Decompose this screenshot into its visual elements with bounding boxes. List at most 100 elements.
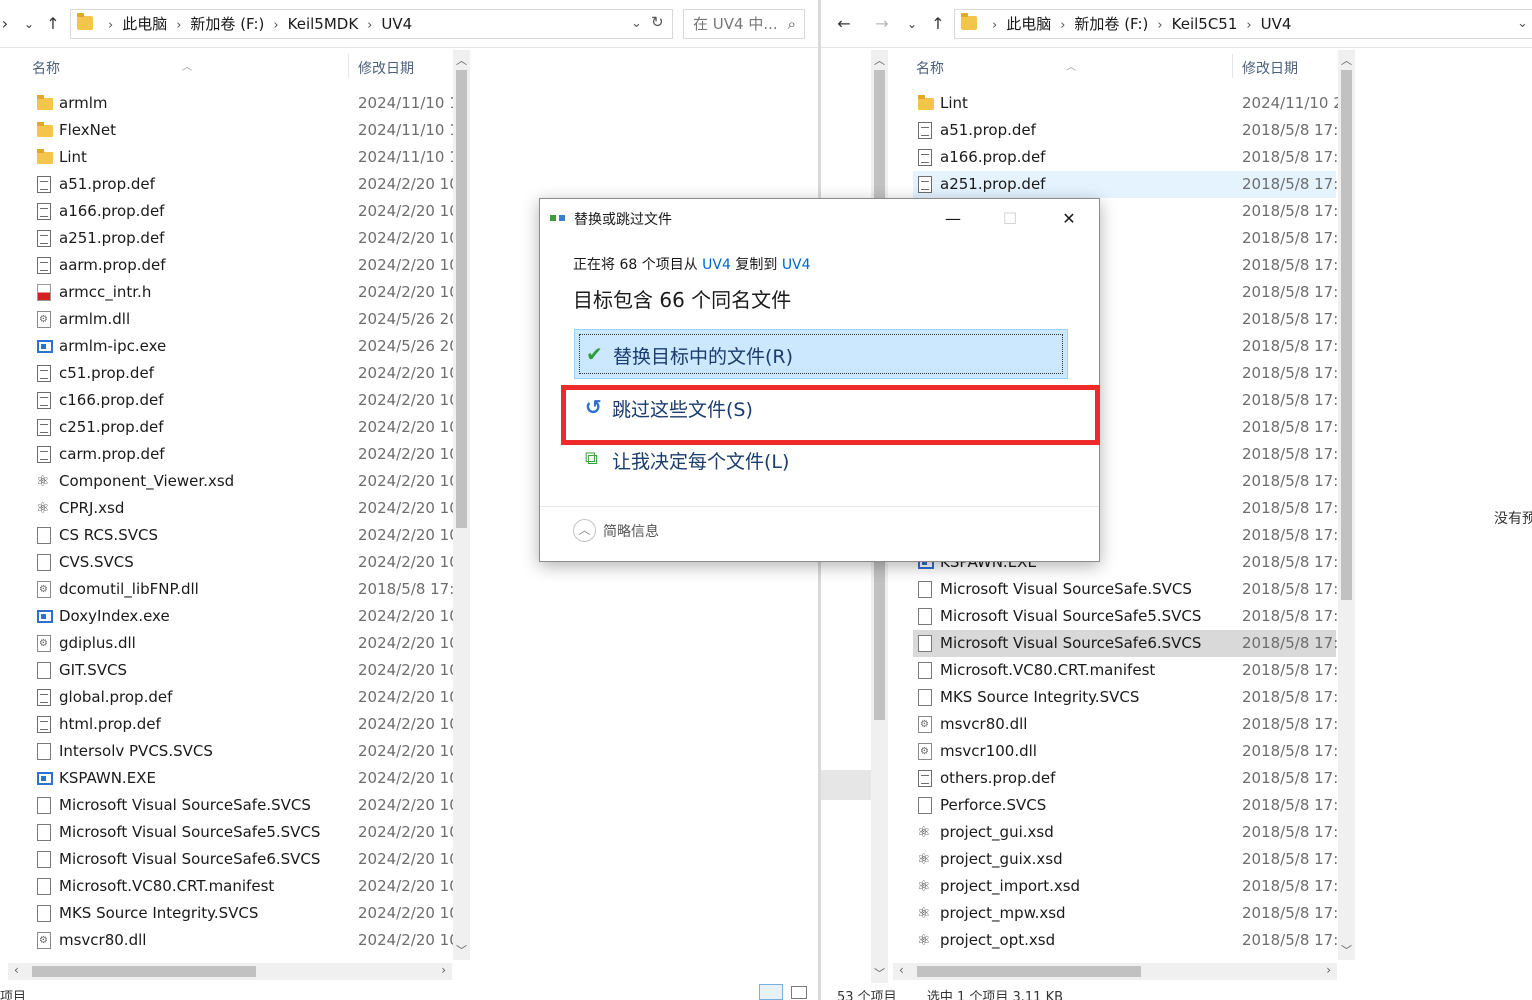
- file-row[interactable]: FlexNet 2024/11/10 1: [32, 117, 459, 144]
- scroll-left-icon[interactable]: ‹: [899, 963, 904, 977]
- fewer-details-label[interactable]: 简略信息: [603, 521, 659, 541]
- file-row[interactable]: c51.prop.def 2024/2/20 10: [32, 360, 459, 387]
- chevron-right-icon[interactable]: ›: [176, 12, 181, 40]
- minimize-button[interactable]: —: [933, 205, 973, 233]
- file-row[interactable]: project_guix.xsd 2018/5/8 17:: [913, 846, 1338, 873]
- chevron-right-icon[interactable]: ›: [992, 12, 997, 40]
- chevron-down-icon[interactable]: ⌄: [1517, 16, 1528, 31]
- chevron-right-icon[interactable]: ›: [1060, 12, 1065, 40]
- scroll-right-icon[interactable]: ›: [441, 963, 446, 977]
- scroll-left-icon[interactable]: ‹: [14, 963, 19, 977]
- file-row[interactable]: MKS Source Integrity.SVCS 2024/2/20 10: [32, 900, 459, 927]
- back-button[interactable]: ←: [833, 12, 855, 36]
- file-row[interactable]: GIT.SVCS 2024/2/20 10: [32, 657, 459, 684]
- file-row[interactable]: dcomutil_libFNP.dll 2018/5/8 17:: [32, 576, 454, 603]
- breadcrumb-item[interactable]: 新加卷 (F:): [190, 10, 264, 38]
- file-row[interactable]: Microsoft Visual SourceSafe.SVCS 2018/5/8…: [913, 576, 1338, 603]
- right-vscroll-thumb[interactable]: [1341, 70, 1352, 600]
- file-row[interactable]: gdiplus.dll 2024/2/20 10: [32, 630, 459, 657]
- file-row[interactable]: Microsoft.VC80.CRT.manifest 2018/5/8 17:: [913, 657, 1338, 684]
- left-search-input[interactable]: 在 UV4 中... ⌕: [683, 9, 805, 39]
- file-row[interactable]: Microsoft Visual SourceSafe5.SVCS 2024/2/…: [32, 819, 459, 846]
- breadcrumb-item[interactable]: 新加卷 (F:): [1074, 10, 1148, 38]
- file-row[interactable]: msvcr80.dll 2024/2/20 10: [32, 927, 459, 954]
- file-row[interactable]: CPRJ.xsd 2024/2/20 10: [32, 495, 459, 522]
- file-row[interactable]: Lint 2024/11/10 2: [913, 90, 1343, 117]
- file-row[interactable]: Component_Viewer.xsd 2024/2/20 10: [32, 468, 459, 495]
- file-row[interactable]: Microsoft Visual SourceSafe6.SVCS 2018/5/…: [913, 630, 1338, 657]
- chevron-right-icon[interactable]: ›: [108, 12, 113, 40]
- scroll-up-icon[interactable]: ︿: [1338, 52, 1355, 68]
- scroll-down-icon[interactable]: ﹀: [871, 965, 888, 981]
- left-hscroll-thumb[interactable]: [32, 966, 256, 977]
- right-address-box[interactable]: › 此电脑 › 新加卷 (F:) › Keil5C51 › UV4 ⌄: [954, 9, 1532, 39]
- file-row[interactable]: Lint 2024/11/10 1: [32, 144, 459, 171]
- scroll-down-icon[interactable]: ﹀: [1338, 942, 1355, 958]
- up-button[interactable]: ↑: [927, 12, 949, 36]
- column-name-header[interactable]: 名称: [916, 58, 944, 78]
- file-row[interactable]: MKS Source Integrity.SVCS 2018/5/8 17:: [913, 684, 1338, 711]
- file-row[interactable]: KSPAWN.EXE 2024/2/20 10: [32, 765, 459, 792]
- file-row[interactable]: armcc_intr.h 2024/2/20 10: [32, 279, 459, 306]
- column-date-header[interactable]: 修改日期: [358, 58, 414, 78]
- left-up-button[interactable]: ↑: [42, 12, 64, 36]
- file-row[interactable]: msvcr100.dll 2018/5/8 17:: [913, 738, 1338, 765]
- left-vertical-scrollbar[interactable]: ︿ ﹀: [453, 50, 470, 960]
- forward-button[interactable]: →: [871, 12, 893, 36]
- file-row[interactable]: Microsoft Visual SourceSafe5.SVCS 2018/5/…: [913, 603, 1338, 630]
- source-folder-link[interactable]: UV4: [702, 257, 731, 273]
- breadcrumb-item[interactable]: 此电脑: [122, 10, 167, 38]
- recent-dropdown[interactable]: ⌄: [901, 12, 923, 36]
- column-date-header[interactable]: 修改日期: [1242, 58, 1298, 78]
- chevron-right-icon[interactable]: ›: [1246, 12, 1251, 40]
- file-row[interactable]: project_mpw.xsd 2018/5/8 17:: [913, 900, 1338, 927]
- file-row[interactable]: a166.prop.def 2018/5/8 17:: [913, 144, 1338, 171]
- file-row[interactable]: a51.prop.def 2018/5/8 17:: [913, 117, 1338, 144]
- breadcrumb-item[interactable]: Keil5MDK: [288, 10, 359, 38]
- left-forward-button[interactable]: ›: [0, 12, 16, 36]
- left-vscroll-thumb[interactable]: [456, 70, 467, 528]
- breadcrumb-item[interactable]: UV4: [381, 10, 412, 38]
- file-row[interactable]: c251.prop.def 2024/2/20 10: [32, 414, 459, 441]
- file-row[interactable]: Microsoft.VC80.CRT.manifest 2024/2/20 10: [32, 873, 459, 900]
- file-row[interactable]: a251.prop.def 2024/2/20 10: [32, 225, 459, 252]
- left-recent-dropdown[interactable]: ⌄: [18, 12, 40, 36]
- file-row[interactable]: carm.prop.def 2024/2/20 10: [32, 441, 459, 468]
- file-row[interactable]: msvcr80.dll 2018/5/8 17:: [913, 711, 1338, 738]
- file-row[interactable]: Intersolv PVCS.SVCS 2024/2/20 10: [32, 738, 459, 765]
- right-hscroll-thumb[interactable]: [917, 966, 1141, 977]
- destination-folder-link[interactable]: UV4: [782, 257, 811, 273]
- thumbnail-view-icon[interactable]: [791, 986, 807, 999]
- file-row[interactable]: CVS.SVCS 2024/2/20 10: [32, 549, 459, 576]
- scroll-up-icon[interactable]: ︿: [453, 52, 470, 68]
- file-row[interactable]: Perforce.SVCS 2018/5/8 17:: [913, 792, 1338, 819]
- right-vertical-scrollbar[interactable]: ︿ ﹀: [1338, 50, 1355, 960]
- scroll-up-icon[interactable]: ︿: [871, 52, 888, 68]
- nav-pane-item[interactable]: [821, 770, 871, 800]
- close-button[interactable]: ✕: [1049, 205, 1089, 233]
- file-row[interactable]: a166.prop.def 2024/2/20 10: [32, 198, 459, 225]
- file-row[interactable]: a51.prop.def 2024/2/20 10: [32, 171, 459, 198]
- file-row[interactable]: a251.prop.def 2018/5/8 17:: [913, 171, 1338, 198]
- replace-files-option[interactable]: ✔ 替换目标中的文件(R): [574, 329, 1068, 379]
- scroll-right-icon[interactable]: ›: [1326, 963, 1331, 977]
- chevron-right-icon[interactable]: ›: [273, 12, 278, 40]
- breadcrumb-item[interactable]: 此电脑: [1006, 10, 1051, 38]
- file-row[interactable]: project_opt.xsd 2018/5/8 17:: [913, 927, 1338, 954]
- chevron-down-icon[interactable]: ⌄: [631, 16, 642, 31]
- details-view-icon[interactable]: [759, 984, 783, 1000]
- left-address-box[interactable]: › 此电脑 › 新加卷 (F:) › Keil5MDK › UV4 ⌄ ↻: [70, 9, 673, 39]
- file-row[interactable]: others.prop.def 2018/5/8 17:: [913, 765, 1338, 792]
- file-row[interactable]: armlm 2024/11/10 1: [32, 90, 459, 117]
- column-name-header[interactable]: 名称: [32, 58, 60, 78]
- file-row[interactable]: Microsoft Visual SourceSafe.SVCS 2024/2/2…: [32, 792, 459, 819]
- chevron-right-icon[interactable]: ›: [367, 12, 372, 40]
- refresh-icon[interactable]: ↻: [651, 13, 664, 31]
- file-row[interactable]: Microsoft Visual SourceSafe6.SVCS 2024/2/…: [32, 846, 459, 873]
- chevron-right-icon[interactable]: ›: [1157, 12, 1162, 40]
- file-row[interactable]: global.prop.def 2024/2/20 10: [32, 684, 459, 711]
- left-horizontal-scrollbar[interactable]: ‹ ›: [8, 963, 452, 980]
- breadcrumb-item[interactable]: Keil5C51: [1172, 10, 1238, 38]
- file-row[interactable]: aarm.prop.def 2024/2/20 10: [32, 252, 459, 279]
- right-horizontal-scrollbar[interactable]: ‹ ›: [893, 963, 1337, 980]
